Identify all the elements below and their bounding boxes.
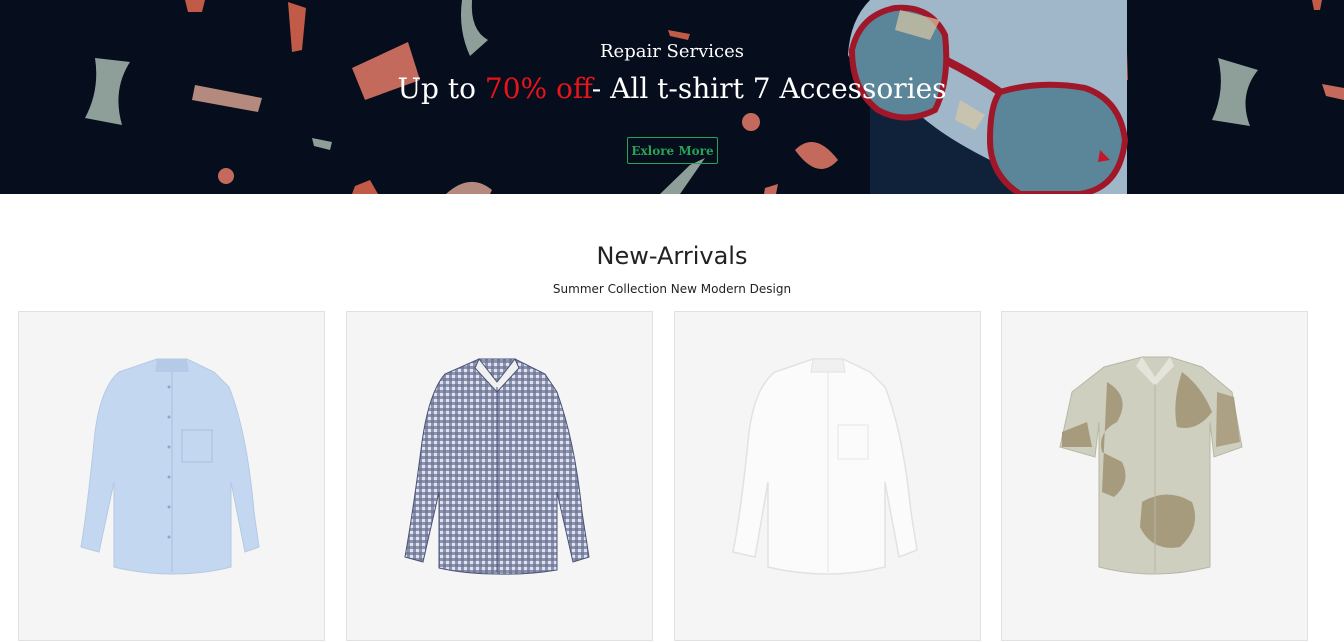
confetti-shape xyxy=(1312,0,1322,10)
product-card[interactable] xyxy=(346,311,653,641)
confetti-shape xyxy=(795,142,838,169)
confetti-shape xyxy=(446,181,492,194)
section-title: New-Arrivals xyxy=(596,242,748,270)
banner-title-discount: 70% off xyxy=(484,72,592,105)
promo-banner: Repair Services Up to 70% off- All t-shi… xyxy=(0,0,1344,194)
product-image-navy-gingham-shirt xyxy=(404,358,590,575)
product-card[interactable] xyxy=(1001,311,1308,641)
product-card[interactable] xyxy=(18,311,325,641)
confetti-shape xyxy=(764,184,778,194)
product-image-light-blue-shirt xyxy=(80,358,260,575)
product-image-printed-shirt xyxy=(1059,356,1243,575)
confetti-shape xyxy=(742,113,760,131)
banner-title-prefix: Up to xyxy=(397,72,485,105)
confetti-shape xyxy=(668,30,690,40)
explore-more-button[interactable]: Exlore More xyxy=(627,137,718,164)
banner-title: Up to 70% off- All t-shirt 7 Accessories xyxy=(0,72,1344,105)
product-card[interactable] xyxy=(674,311,981,641)
banner-title-suffix: - All t-shirt 7 Accessories xyxy=(591,72,947,105)
banner-subtitle: Repair Services xyxy=(599,41,745,62)
section-subtitle: Summer Collection New Modern Design xyxy=(552,282,792,296)
confetti-shape xyxy=(185,0,205,12)
confetti-shape xyxy=(352,180,378,194)
confetti-shape xyxy=(218,168,234,184)
product-image-white-shirt xyxy=(732,358,918,575)
confetti-shape xyxy=(312,138,332,150)
